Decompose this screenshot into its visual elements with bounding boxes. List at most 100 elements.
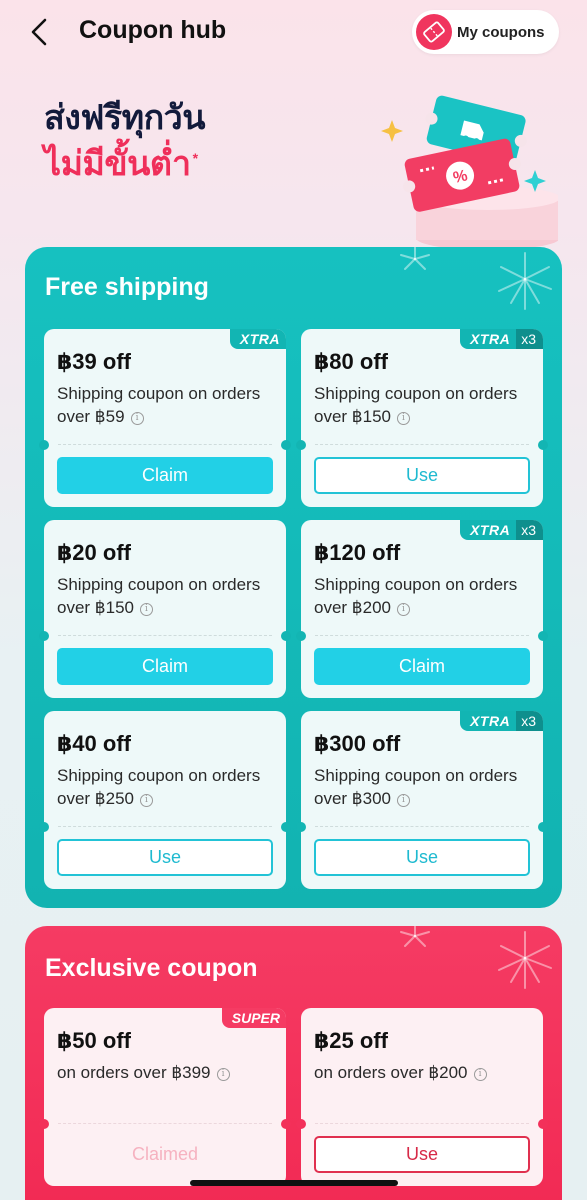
use-button[interactable]: Use [314,839,530,876]
ticket-divider [315,635,529,636]
ticket-divider [58,444,272,445]
info-icon[interactable]: i [396,603,410,616]
page-title: Coupon hub [79,16,227,44]
hero-asterisk: * [192,149,198,166]
coupon-description-text: Shipping coupon on orders over ฿150 [314,384,518,426]
coupon-card: XTRA x3 ฿300 off Shipping coupon on orders … [296,711,548,889]
ticket-divider [58,1123,272,1124]
info-icon[interactable]: i [216,1068,230,1081]
coupon-illustration: % [381,95,558,250]
top-bar: Coupon hub My coupons [0,0,587,66]
coupon-card: ฿40 off Shipping coupon on orders over ฿2… [39,711,291,889]
coupon-count-badge: x3 [516,711,543,731]
my-coupons-label: My coupons [457,23,545,41]
info-icon[interactable]: i [139,603,153,616]
coupon-card: SUPER ฿50 off on orders over ฿399 i Claimed [39,1008,291,1186]
info-icon[interactable]: i [139,794,153,807]
coupon-card: XTRA x3 ฿80 off Shipping coupon on orders o… [296,329,548,507]
ticket-notch [538,440,548,450]
use-button[interactable]: Use [57,839,273,876]
coupon-tag-label: XTRA [460,520,517,540]
coupon-card: ฿20 off Shipping coupon on orders over ฿1… [39,520,291,698]
coupon-count-badge: x3 [516,520,543,540]
exclusive-coupon-section: Exclusive coupon SUPER ฿50 off on orders o… [25,926,562,1200]
coupon-description: Shipping coupon on orders over ฿150 i [57,573,279,619]
ticket-divider [315,444,529,445]
ticket-notch [281,822,291,832]
ticket-notch [39,822,49,832]
ticket-divider [315,1123,529,1124]
coupon-amount: ฿80 off [314,349,388,374]
ticket-notch [296,631,306,641]
coupon-card: XTRA ฿39 off Shipping coupon on orders ove… [39,329,291,507]
coupon-description-text: on orders over ฿399 [57,1063,211,1082]
coupon-card: ฿25 off on orders over ฿200 i Use [296,1008,548,1186]
ticket-divider [58,826,272,827]
home-indicator [190,1180,398,1186]
info-icon[interactable]: i [130,412,144,425]
ticket-notch [296,822,306,832]
coupon-description-text: Shipping coupon on orders over ฿59 [57,384,261,426]
coupon-description: Shipping coupon on orders over ฿200 i [314,573,536,619]
coupon-description-text: Shipping coupon on orders over ฿300 [314,766,518,808]
coupon-description: Shipping coupon on orders over ฿250 i [57,764,279,810]
ticket-notch [39,631,49,641]
back-button[interactable] [24,14,58,50]
ticket-notch [39,1119,49,1129]
coupon-tag: SUPER [221,1008,286,1028]
coupon-amount: ฿300 off [314,731,401,756]
coupon-description-text: Shipping coupon on orders over ฿250 [57,766,261,808]
info-icon[interactable]: i [396,794,410,807]
coupon-tag-label: SUPER [221,1008,286,1028]
hero-subheadline: ไม่มีขั้นต่ำ * [44,136,198,190]
coupon-amount: ฿39 off [57,349,131,374]
coupon-description-text: Shipping coupon on orders over ฿150 [57,575,261,617]
coupon-description: on orders over ฿399 i [57,1061,279,1084]
claim-button[interactable]: Claim [314,648,530,685]
coupon-tag-label: XTRA [229,329,286,349]
ticket-notch [296,440,306,450]
coupon-tag: XTRA x3 [460,329,543,349]
coupon-amount: ฿20 off [57,540,131,565]
ticket-notch [281,631,291,641]
my-coupons-button[interactable]: My coupons [412,10,559,54]
use-button[interactable]: Use [314,1136,530,1173]
coupon-description: on orders over ฿200 i [314,1061,536,1084]
ticket-notch [39,440,49,450]
ticket-divider [315,826,529,827]
info-icon[interactable]: i [473,1068,487,1081]
ticket-notch [281,1119,291,1129]
section-title-free-shipping: Free shipping [45,273,209,301]
claim-button[interactable]: Claim [57,457,273,494]
info-icon[interactable]: i [396,412,410,425]
coupon-card: XTRA x3 ฿120 off Shipping coupon on orders … [296,520,548,698]
coupon-amount: ฿50 off [57,1028,131,1053]
coupon-description: Shipping coupon on orders over ฿59 i [57,382,279,428]
coupon-description-text: on orders over ฿200 [314,1063,468,1082]
hero-subheadline-text: ไม่มีขั้นต่ำ [44,145,191,183]
coupon-count-badge: x3 [516,329,543,349]
ticket-notch [538,1119,548,1129]
coupon-amount: ฿120 off [314,540,401,565]
coupon-description: Shipping coupon on orders over ฿300 i [314,764,536,810]
section-title-exclusive: Exclusive coupon [45,954,258,982]
ticket-notch [281,440,291,450]
ticket-icon [416,14,452,50]
coupon-description: Shipping coupon on orders over ฿150 i [314,382,536,428]
chevron-left-icon [31,18,47,46]
coupon-description-text: Shipping coupon on orders over ฿200 [314,575,518,617]
coupon-tag: XTRA [229,329,286,349]
coupon-amount: ฿25 off [314,1028,388,1053]
ticket-notch [538,822,548,832]
use-button[interactable]: Use [314,457,530,494]
coupon-tag: XTRA x3 [460,711,543,731]
coupon-amount: ฿40 off [57,731,131,756]
ticket-notch [296,1119,306,1129]
ticket-notch [538,631,548,641]
coupon-tag-label: XTRA [460,329,517,349]
free-shipping-section: Free shipping XTRA ฿39 off Shipping coupon… [25,247,562,908]
coupon-tag: XTRA x3 [460,520,543,540]
coupon-tag-label: XTRA [460,711,517,731]
claimed-status: Claimed [131,1144,199,1164]
claim-button[interactable]: Claim [57,648,273,685]
